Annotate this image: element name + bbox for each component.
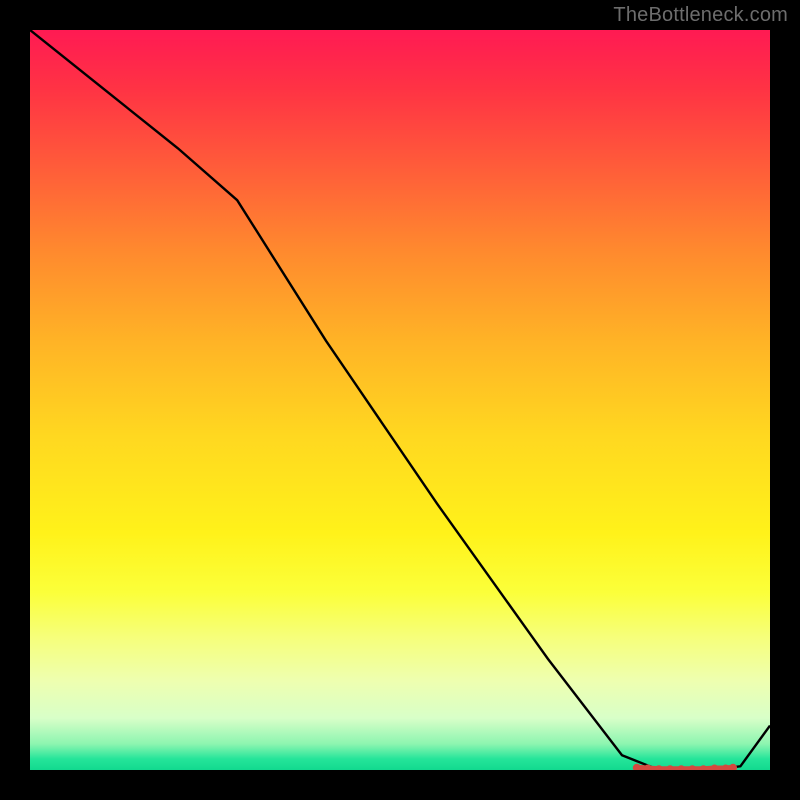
marker-dot: [699, 765, 707, 770]
marker-group: [633, 764, 737, 770]
marker-dot: [633, 764, 641, 770]
marker-dot: [711, 765, 719, 770]
chart-svg: [30, 30, 770, 770]
plot-area: [30, 30, 770, 770]
series-line: [30, 30, 770, 770]
watermark-text: TheBottleneck.com: [613, 4, 788, 27]
marker-dot: [655, 765, 663, 770]
chart-frame: TheBottleneck.com: [0, 0, 800, 800]
marker-dot: [688, 765, 696, 770]
marker-dot: [677, 765, 685, 770]
marker-dot: [666, 765, 674, 770]
marker-dot: [729, 764, 737, 770]
